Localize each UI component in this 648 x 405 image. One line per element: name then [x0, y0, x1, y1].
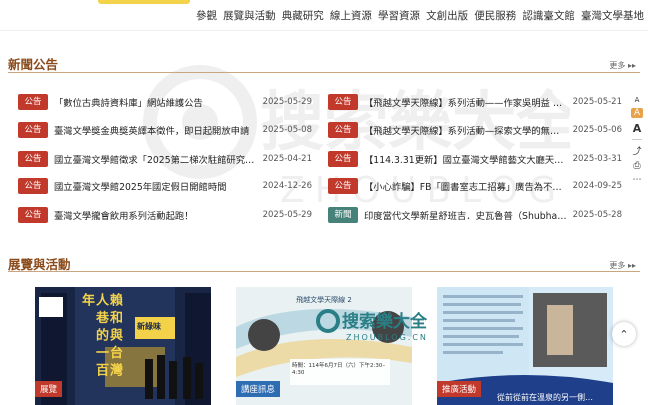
news-tag-badge: 公告: [18, 94, 48, 110]
news-title-link[interactable]: 國立臺灣文學館2025年國定假日開館時間: [54, 179, 257, 193]
news-row[interactable]: 公告 【飛越文學天際線】系列活動—探索文學的無限可… 2025-05-06: [328, 121, 622, 139]
news-tag-badge: 公告: [18, 122, 48, 138]
share-icon[interactable]: ⤴: [632, 144, 641, 157]
news-row[interactable]: 公告 臺灣文學獎金典獎英譯本徵件，即日起開放申請 2025-05-08: [18, 121, 312, 139]
exhibit-card-2[interactable]: 飛越文學天際線 2 時間：114年6月7日（六）下午2:30–4:30 講座訊息: [236, 287, 412, 405]
accessibility-toolbar: A A A ⤴ ⎙ ⋯: [630, 96, 644, 185]
top-banner-strip: [98, 0, 190, 4]
exhibit-poster-3-caption: 從前從前在溫泉的另一側…: [497, 393, 593, 402]
news-title-link[interactable]: 【飛越文學天際線】系列活動—探索文學的無限可…: [364, 123, 567, 137]
news-title-link[interactable]: 【小心詐騙】FB「圖書室志工招募」廣告為不實…: [364, 179, 567, 193]
news-row[interactable]: 公告 臺灣文學攏會飲用系列活動起跑！ 2025-05-29: [18, 206, 312, 224]
news-date: 2024-09-25: [572, 181, 622, 191]
exhibit-poster-2-title: 飛越文學天際線 2: [296, 296, 352, 304]
nav-item-about[interactable]: 認識臺文館: [522, 8, 575, 23]
exhibit-poster-1-sign: 新綠味: [137, 322, 161, 331]
news-tag-badge: 公告: [328, 151, 358, 167]
news-title-link[interactable]: 印度當代文學新星舒班吉．史瓦魯普（Shubhangi …: [364, 208, 567, 222]
exhibit-card-3[interactable]: 從前從前在溫泉的另一側… 推廣活動: [437, 287, 613, 405]
news-row[interactable]: 公告 國立臺灣文學館2025年國定假日開館時間 2024-12-26: [18, 177, 312, 195]
news-title-link[interactable]: 「數位古典詩資料庫」網站維護公告: [54, 95, 257, 109]
exhibit-tag-2: 講座訊息: [236, 381, 281, 397]
chevron-up-icon: ⌃: [619, 327, 629, 341]
news-tag-badge: 公告: [18, 178, 48, 194]
news-title-link[interactable]: 【114.3.31更新】國立臺灣文學館藝文大廳天花板…: [364, 152, 567, 166]
nav-item-collections[interactable]: 典藏研究: [282, 8, 324, 23]
news-row[interactable]: 公告 【小心詐騙】FB「圖書室志工招募」廣告為不實… 2024-09-25: [328, 177, 622, 195]
news-more-link[interactable]: 更多 ▸▸: [609, 60, 636, 71]
nav-divider: [0, 30, 648, 31]
news-title-link[interactable]: 國立臺灣文學館徵求「2025第二梯次駐館研究員…: [54, 152, 257, 166]
font-size-medium-button[interactable]: A: [631, 108, 643, 118]
font-size-small-button[interactable]: A: [635, 96, 640, 104]
news-tag-badge: 新聞: [328, 207, 358, 223]
news-date: 2025-05-21: [572, 97, 622, 107]
news-tag-badge: 公告: [18, 151, 48, 167]
news-row[interactable]: 公告 【114.3.31更新】國立臺灣文學館藝文大廳天花板… 2025-03-31: [328, 150, 622, 168]
nav-item-literature-base[interactable]: 臺灣文學基地: [581, 8, 644, 23]
nav-item-services[interactable]: 便民服務: [474, 8, 516, 23]
news-date: 2025-05-06: [572, 125, 622, 135]
exhibits-more-link[interactable]: 更多 ▸▸: [609, 260, 636, 271]
news-tag-badge: 公告: [18, 207, 48, 223]
news-row[interactable]: 公告 國立臺灣文學館徵求「2025第二梯次駐館研究員… 2025-04-21: [18, 150, 312, 168]
news-date: 2025-05-29: [262, 97, 312, 107]
nav-item-learning[interactable]: 學習資源: [378, 8, 420, 23]
news-title-link[interactable]: 臺灣文學獎金典獎英譯本徵件，即日起開放申請: [54, 123, 257, 137]
news-tag-badge: 公告: [328, 178, 358, 194]
news-date: 2025-04-21: [262, 154, 312, 164]
news-title-link[interactable]: 臺灣文學攏會飲用系列活動起跑！: [54, 208, 257, 222]
news-date: 2025-05-28: [572, 210, 622, 220]
exhibit-poster-2-caption: 時間：114年6月7日（六）下午2:30–4:30: [292, 363, 386, 376]
news-tag-badge: 公告: [328, 122, 358, 138]
exhibit-tag-3: 推廣活動: [437, 381, 482, 397]
news-section-title: 新聞公告: [8, 57, 59, 72]
news-date: 2025-05-08: [262, 125, 312, 135]
news-date: 2024-12-26: [262, 181, 312, 191]
news-divider: [8, 72, 640, 73]
nav-item-online-resources[interactable]: 線上資源: [330, 8, 372, 23]
exhibits-divider: [8, 271, 640, 272]
more-icon[interactable]: ⋯: [633, 175, 642, 185]
exhibit-card-1[interactable]: 賴 和 與 台 灣 ⼈ 巷 的 ⼀ 百 年 新綠味 展覽: [35, 287, 211, 405]
news-title-link[interactable]: 【飛越文學天際線】系列活動——作家吳明益 x 舒…: [364, 95, 567, 109]
nav-item-publishing[interactable]: 文創出版: [426, 8, 468, 23]
exhibit-poster-1-text: 賴 和 與 台 灣 ⼈ 巷 的 ⼀ 百 年: [79, 293, 122, 377]
print-icon[interactable]: ⎙: [633, 161, 640, 171]
nav-item-exhibitions[interactable]: 展覽與活動: [223, 8, 276, 23]
news-row[interactable]: 新聞 印度當代文學新星舒班吉．史瓦魯普（Shubhangi … 2025-05-28: [328, 206, 622, 224]
main-nav: 參觀 展覽與活動 典藏研究 線上資源 學習資源 文創出版 便民服務 認識臺文館 …: [196, 4, 644, 26]
news-tag-badge: 公告: [328, 94, 358, 110]
exhibit-tag-1: 展覽: [35, 381, 63, 397]
news-date: 2025-05-29: [262, 210, 312, 220]
news-row[interactable]: 公告 【飛越文學天際線】系列活動——作家吳明益 x 舒… 2025-05-21: [328, 93, 622, 111]
news-date: 2025-03-31: [572, 154, 622, 164]
news-row[interactable]: 公告 「數位古典詩資料庫」網站維護公告 2025-05-29: [18, 93, 312, 111]
nav-item-visit[interactable]: 參觀: [196, 8, 217, 23]
font-size-large-button[interactable]: A: [633, 122, 642, 135]
scroll-to-top-button[interactable]: ⌃: [612, 322, 636, 346]
